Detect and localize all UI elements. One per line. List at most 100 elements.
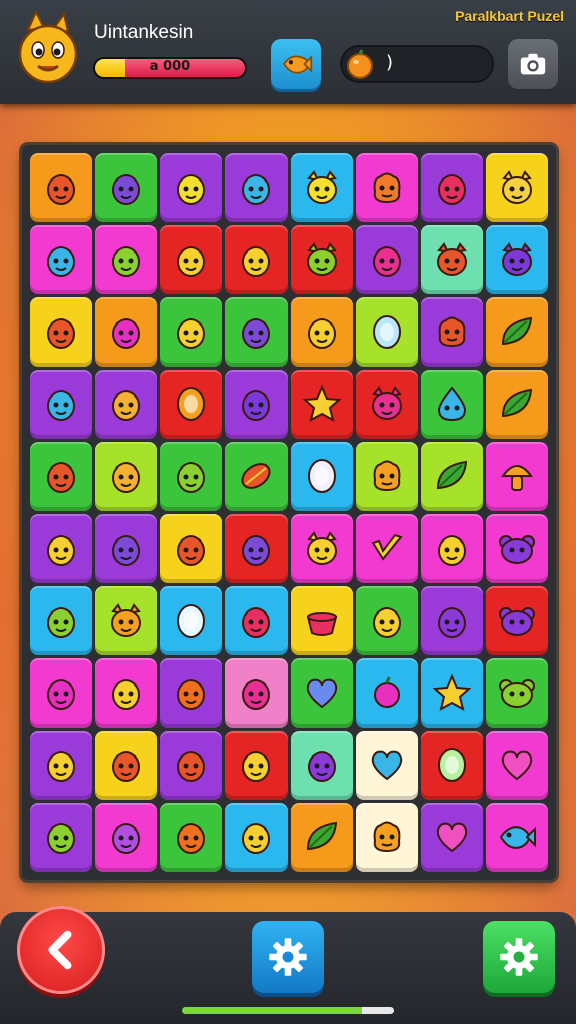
- board-tile[interactable]: [420, 802, 483, 872]
- board-tile[interactable]: [355, 658, 418, 728]
- board-tile[interactable]: [225, 153, 288, 223]
- board-tile[interactable]: [160, 586, 223, 656]
- board-tile[interactable]: [225, 297, 288, 367]
- board-tile[interactable]: [355, 514, 418, 584]
- board-tile[interactable]: [225, 802, 288, 872]
- face-icon: [47, 606, 76, 638]
- board-tile[interactable]: [290, 802, 353, 872]
- board-tile[interactable]: [355, 730, 418, 800]
- board-tile[interactable]: [290, 658, 353, 728]
- face-icon: [242, 317, 271, 349]
- board-tile[interactable]: [95, 586, 158, 656]
- board-tile[interactable]: [95, 369, 158, 439]
- board-tile[interactable]: [485, 153, 548, 223]
- board-tile[interactable]: [160, 514, 223, 584]
- board-tile[interactable]: [485, 369, 548, 439]
- board-tile[interactable]: [95, 153, 158, 223]
- board-tile[interactable]: [485, 514, 548, 584]
- seed-icon: [241, 463, 271, 490]
- board-tile[interactable]: [95, 514, 158, 584]
- board-tile[interactable]: [30, 369, 93, 439]
- board-tile[interactable]: [485, 730, 548, 800]
- board-tile[interactable]: [30, 225, 93, 295]
- board-tile[interactable]: [485, 658, 548, 728]
- fish-powerup-button[interactable]: [271, 39, 321, 89]
- face-icon: [47, 390, 76, 422]
- back-button[interactable]: [17, 906, 105, 994]
- board-tile[interactable]: [160, 658, 223, 728]
- board-tile[interactable]: [30, 586, 93, 656]
- board-tile[interactable]: [30, 514, 93, 584]
- options-button[interactable]: [483, 921, 555, 993]
- board-tile[interactable]: [30, 441, 93, 511]
- board-tile[interactable]: [355, 297, 418, 367]
- board-tile[interactable]: [160, 441, 223, 511]
- board-tile[interactable]: [355, 802, 418, 872]
- board-tile[interactable]: [30, 297, 93, 367]
- board-tile[interactable]: [225, 730, 288, 800]
- board-tile[interactable]: [30, 802, 93, 872]
- board-tile[interactable]: [95, 802, 158, 872]
- board-tile[interactable]: [225, 369, 288, 439]
- board-tile[interactable]: [30, 730, 93, 800]
- face-icon: [437, 173, 466, 205]
- face-icon: [47, 751, 76, 783]
- board-tile[interactable]: [420, 369, 483, 439]
- board-tile[interactable]: [420, 225, 483, 295]
- board-tile[interactable]: [30, 658, 93, 728]
- board-tile[interactable]: [355, 153, 418, 223]
- player-name: Uintankesin: [94, 22, 194, 43]
- board-tile[interactable]: [160, 730, 223, 800]
- board-tile[interactable]: [485, 297, 548, 367]
- board-tile[interactable]: [225, 658, 288, 728]
- board-tile[interactable]: [420, 658, 483, 728]
- board-tile[interactable]: [355, 225, 418, 295]
- board-tile[interactable]: [290, 441, 353, 511]
- face-icon: [242, 534, 271, 566]
- board-tile[interactable]: [420, 730, 483, 800]
- board-tile[interactable]: [160, 225, 223, 295]
- board-tile[interactable]: [355, 369, 418, 439]
- board-tile[interactable]: [95, 225, 158, 295]
- board-tile[interactable]: [95, 730, 158, 800]
- face-icon: [47, 678, 76, 710]
- board-tile[interactable]: [30, 153, 93, 223]
- board-tile[interactable]: [485, 441, 548, 511]
- board-tile[interactable]: [290, 225, 353, 295]
- board-tile[interactable]: [290, 514, 353, 584]
- board-tile[interactable]: [225, 514, 288, 584]
- board-tile[interactable]: [420, 586, 483, 656]
- board-tile[interactable]: [355, 441, 418, 511]
- board-tile[interactable]: [420, 514, 483, 584]
- egg-icon: [437, 748, 466, 783]
- board-tile[interactable]: [290, 297, 353, 367]
- board-tile[interactable]: [160, 297, 223, 367]
- top-bar: Uintankesin a 000 ) Paralkbart Puzel: [0, 0, 576, 104]
- camera-button[interactable]: [508, 39, 558, 89]
- board-tile[interactable]: [225, 225, 288, 295]
- board-tile[interactable]: [290, 586, 353, 656]
- board-tile[interactable]: [420, 297, 483, 367]
- board-tile[interactable]: [95, 658, 158, 728]
- cat-icon: [111, 602, 142, 637]
- settings-button[interactable]: [252, 921, 324, 993]
- chevron-left-icon: [48, 930, 72, 970]
- board-tile[interactable]: [420, 153, 483, 223]
- board-tile[interactable]: [95, 297, 158, 367]
- board-tile[interactable]: [95, 441, 158, 511]
- board-tile[interactable]: [355, 586, 418, 656]
- board-tile[interactable]: [290, 730, 353, 800]
- board-tile[interactable]: [485, 225, 548, 295]
- game-board: [22, 145, 556, 880]
- board-tile[interactable]: [290, 369, 353, 439]
- board-tile[interactable]: [160, 369, 223, 439]
- star-icon: [302, 384, 341, 423]
- board-tile[interactable]: [485, 802, 548, 872]
- board-tile[interactable]: [225, 441, 288, 511]
- board-tile[interactable]: [290, 153, 353, 223]
- board-tile[interactable]: [485, 586, 548, 656]
- board-tile[interactable]: [160, 153, 223, 223]
- board-tile[interactable]: [160, 802, 223, 872]
- board-tile[interactable]: [225, 586, 288, 656]
- board-tile[interactable]: [420, 441, 483, 511]
